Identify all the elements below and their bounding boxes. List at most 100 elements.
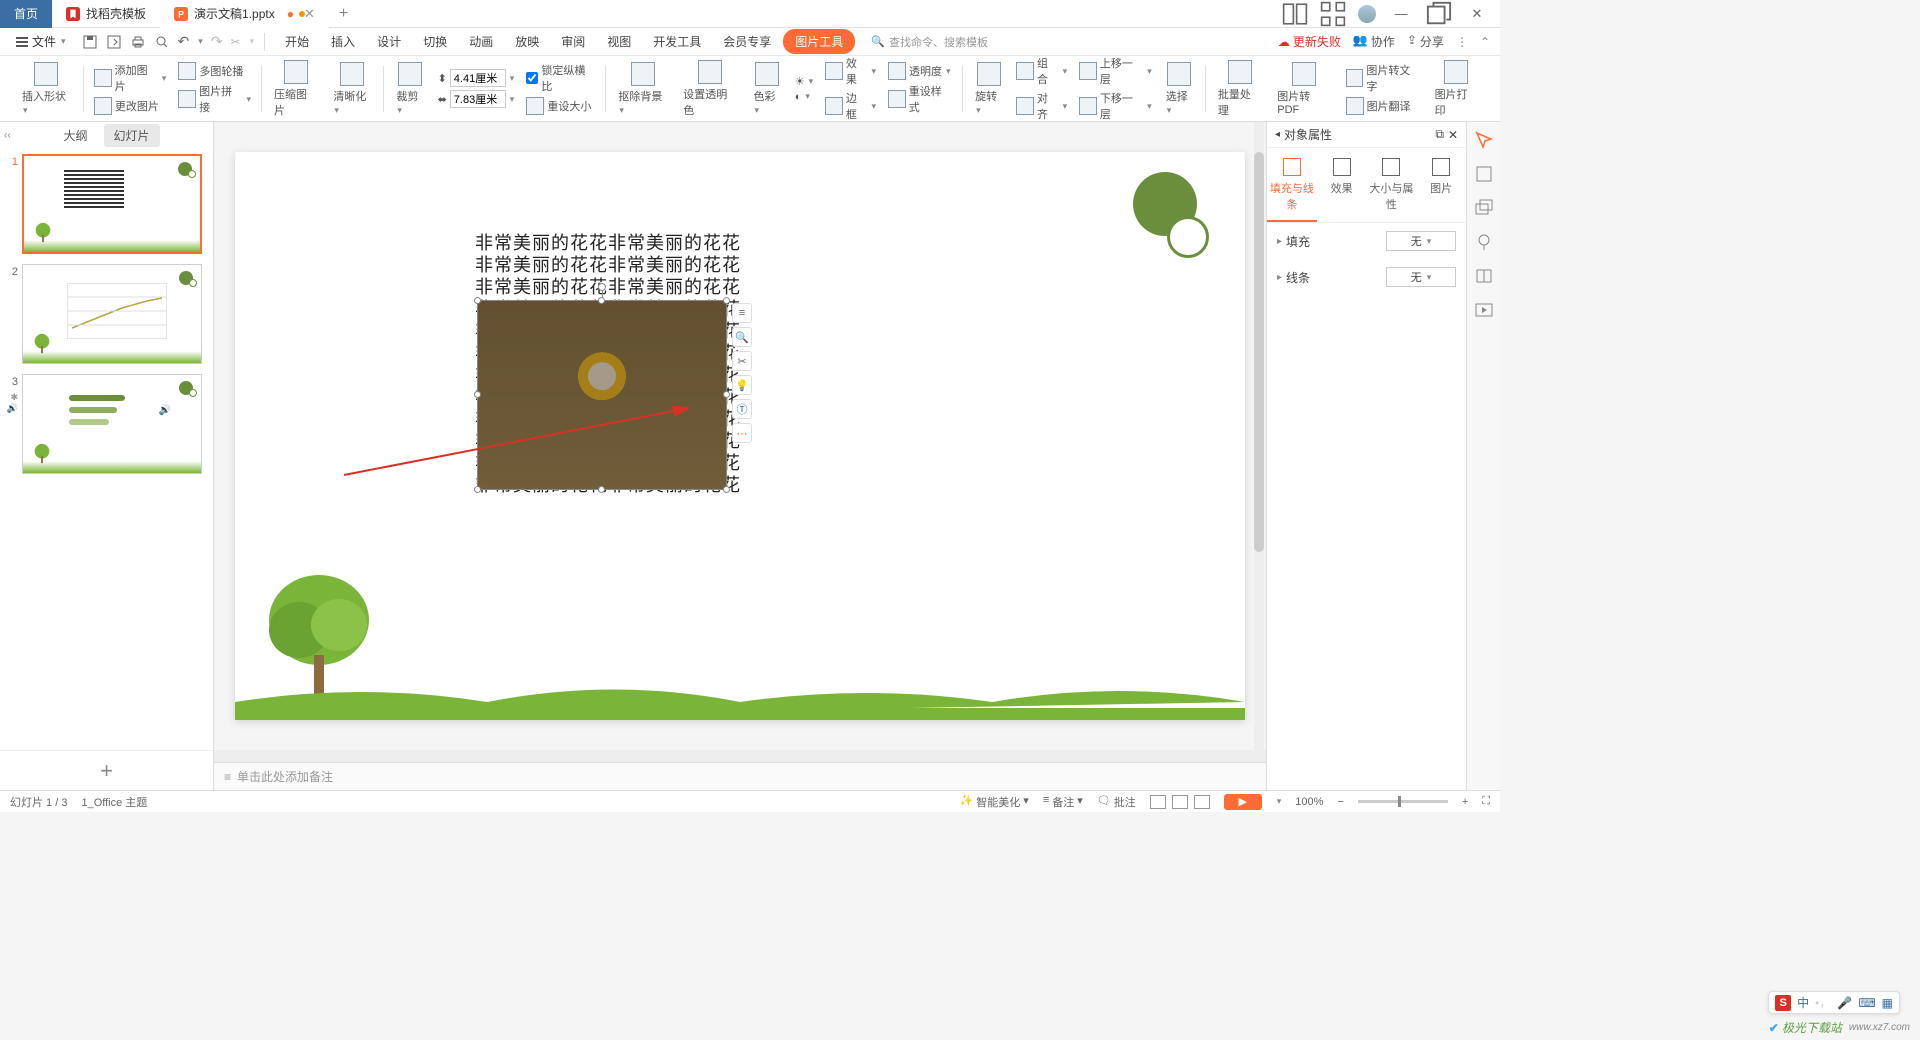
- collapse-panel-icon[interactable]: ‹‹: [4, 130, 11, 141]
- collapse-ribbon-icon[interactable]: ⌃: [1480, 35, 1490, 49]
- selected-image[interactable]: ≡ 🔍 ✂ 💡 Ⓣ ⋯: [477, 300, 727, 490]
- text-icon[interactable]: Ⓣ: [732, 399, 752, 419]
- rail-shape-icon[interactable]: [1474, 164, 1494, 184]
- change-image-button[interactable]: 更改图片: [94, 97, 167, 115]
- save-icon[interactable]: [82, 34, 98, 50]
- line-row[interactable]: ▸线条无▾: [1267, 259, 1466, 295]
- panetab-effect[interactable]: 效果: [1317, 148, 1367, 222]
- saveas-icon[interactable]: [106, 34, 122, 50]
- close-button[interactable]: ✕: [1464, 1, 1490, 27]
- zoom-out-button[interactable]: −: [1337, 796, 1343, 808]
- slide-thumb-3[interactable]: 🔊: [22, 374, 202, 474]
- ime-mode[interactable]: 中: [1797, 994, 1809, 1011]
- resize-handle[interactable]: [598, 486, 605, 493]
- layout-icon[interactable]: [1282, 1, 1308, 27]
- to-pdf-button[interactable]: 图片转PDF: [1277, 62, 1331, 116]
- file-menu[interactable]: 文件▾: [10, 30, 72, 53]
- zoom-slider[interactable]: [1358, 800, 1448, 803]
- popout-icon[interactable]: ⧉: [1435, 127, 1444, 142]
- sorter-view-icon[interactable]: [1172, 795, 1188, 809]
- tab-insert[interactable]: 插入: [321, 29, 365, 54]
- tab-transition[interactable]: 切换: [413, 29, 457, 54]
- panetab-fill[interactable]: 填充与线条: [1267, 148, 1317, 222]
- zoom-in-button[interactable]: +: [1462, 796, 1468, 808]
- command-search[interactable]: 🔍 查找命令、搜索模板: [871, 34, 988, 50]
- document-tab[interactable]: P 演示文稿1.pptx ● ✕: [160, 0, 329, 28]
- update-failed-button[interactable]: ☁更新失败: [1278, 33, 1341, 50]
- remove-bg-button[interactable]: 抠除背景▾: [618, 62, 667, 116]
- contrast-button[interactable]: ◐▾: [795, 91, 813, 103]
- rail-select-icon[interactable]: [1474, 130, 1494, 150]
- horizontal-scrollbar[interactable]: [214, 750, 1266, 762]
- multi-rotate-button[interactable]: 多图轮播: [178, 62, 251, 80]
- resize-handle[interactable]: [474, 391, 481, 398]
- print-icon[interactable]: [130, 34, 146, 50]
- brightness-button[interactable]: ☀▾: [795, 75, 813, 88]
- ime-bar[interactable]: S 中 •， 🎤 ⌨ ▦: [1768, 991, 1900, 1014]
- preview-icon[interactable]: [154, 34, 170, 50]
- height-input[interactable]: [450, 90, 506, 108]
- rotate-button[interactable]: 旋转▾: [975, 62, 1002, 116]
- image-join-button[interactable]: 图片拼接▾: [178, 83, 251, 115]
- reset-size-button[interactable]: 重设大小: [526, 97, 595, 115]
- chevron-left-icon[interactable]: ◂: [1275, 129, 1280, 140]
- more-icon[interactable]: ⋮: [1456, 35, 1468, 49]
- outline-tab[interactable]: 大纲: [53, 124, 97, 147]
- lock-ratio-checkbox[interactable]: 锁定纵横比: [526, 62, 595, 94]
- resize-handle[interactable]: [723, 391, 730, 398]
- rail-book-icon[interactable]: [1474, 266, 1494, 286]
- idea-icon[interactable]: 💡: [732, 375, 752, 395]
- tab-review[interactable]: 审阅: [551, 29, 595, 54]
- tab-animation[interactable]: 动画: [459, 29, 503, 54]
- resize-handle[interactable]: [474, 486, 481, 493]
- batch-button[interactable]: 批量处理: [1218, 60, 1261, 118]
- tab-slideshow[interactable]: 放映: [505, 29, 549, 54]
- mic-icon[interactable]: 🎤: [1837, 996, 1852, 1010]
- share-button[interactable]: ⇪分享: [1407, 33, 1444, 50]
- line-select[interactable]: 无▾: [1386, 267, 1456, 287]
- comments-button[interactable]: 🗨 批注: [1097, 794, 1136, 810]
- format-painter-icon[interactable]: ✂: [231, 35, 241, 49]
- panetab-image[interactable]: 图片: [1416, 148, 1466, 222]
- rail-play-icon[interactable]: [1474, 300, 1494, 320]
- collab-button[interactable]: 👥协作: [1353, 33, 1395, 50]
- resize-handle[interactable]: [723, 486, 730, 493]
- close-pane-icon[interactable]: ✕: [1448, 128, 1458, 142]
- translate-button[interactable]: 图片翻译: [1346, 97, 1421, 115]
- width-input[interactable]: [450, 69, 506, 87]
- rail-layers-icon[interactable]: [1474, 198, 1494, 218]
- combine-button[interactable]: 组合▾: [1016, 55, 1067, 87]
- maximize-button[interactable]: [1426, 1, 1452, 27]
- slides-tab[interactable]: 幻灯片: [104, 124, 160, 147]
- more-tools-icon[interactable]: ⋯: [732, 423, 752, 443]
- set-transparent-button[interactable]: 设置透明色: [683, 60, 737, 118]
- tab-member[interactable]: 会员专享: [713, 29, 781, 54]
- crop-button[interactable]: 裁剪▾: [396, 62, 423, 116]
- effect-button[interactable]: 效果▾: [825, 55, 876, 87]
- reading-view-icon[interactable]: [1194, 795, 1210, 809]
- undo-button[interactable]: ↶: [178, 33, 190, 50]
- zoom-icon[interactable]: 🔍: [732, 327, 752, 347]
- add-slide-button[interactable]: +: [0, 750, 213, 790]
- rotate-handle[interactable]: [598, 283, 606, 291]
- keyboard-icon[interactable]: ⌨: [1858, 996, 1875, 1010]
- minimize-button[interactable]: —: [1388, 1, 1414, 27]
- new-tab-button[interactable]: +: [329, 5, 358, 23]
- rail-location-icon[interactable]: [1474, 232, 1494, 252]
- clarity-button[interactable]: 清晰化▾: [333, 62, 371, 116]
- zoom-label[interactable]: 100%: [1295, 796, 1323, 808]
- compress-button[interactable]: 压缩图片: [274, 60, 317, 118]
- tab-picture-tools[interactable]: 图片工具: [783, 29, 855, 54]
- resize-handle[interactable]: [723, 297, 730, 304]
- fill-row[interactable]: ▸填充无▾: [1267, 223, 1466, 259]
- resize-handle[interactable]: [474, 297, 481, 304]
- tab-view[interactable]: 视图: [597, 29, 641, 54]
- normal-view-icon[interactable]: [1150, 795, 1166, 809]
- add-image-button[interactable]: 添加图片▾: [94, 62, 167, 94]
- reset-style-button[interactable]: 重设样式: [888, 83, 952, 115]
- transparency-button[interactable]: 透明度▾: [888, 62, 952, 80]
- fit-button[interactable]: ⛶: [1482, 795, 1490, 808]
- user-avatar[interactable]: [1358, 5, 1376, 23]
- slide-canvas[interactable]: 非常美丽的花花非常美丽的花花非常美丽的花花非常美丽的花花非常美丽的花花非常美丽的…: [235, 152, 1245, 720]
- down-layer-button[interactable]: 下移一层▾: [1079, 90, 1152, 122]
